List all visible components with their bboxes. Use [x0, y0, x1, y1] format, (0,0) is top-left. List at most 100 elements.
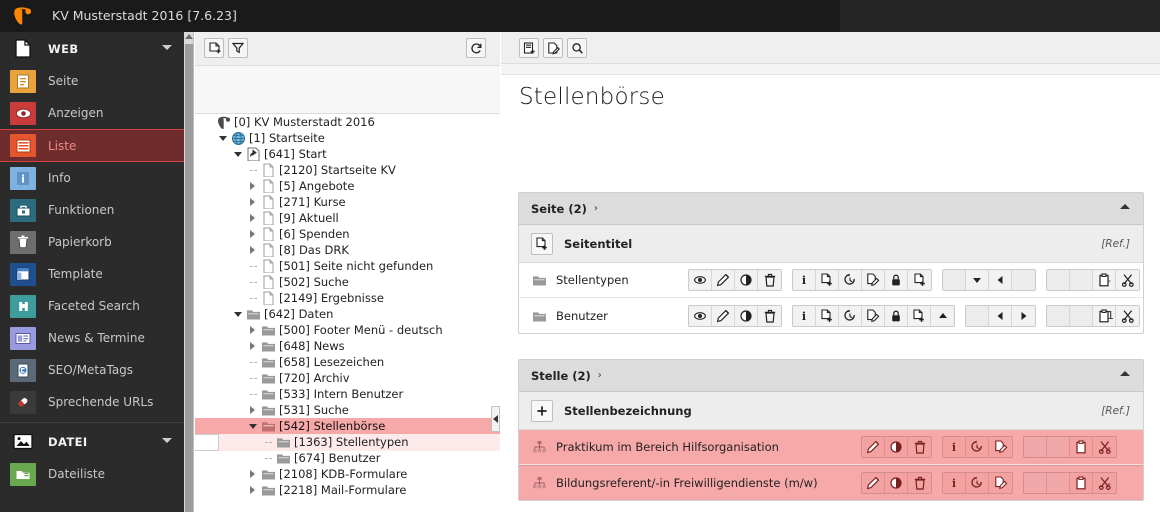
page-tree-node[interactable]: [641] Start — [195, 146, 500, 162]
tree-toggle-collapsed-icon[interactable] — [248, 194, 259, 210]
record-panel-header[interactable]: Stelle (2)› — [519, 360, 1143, 392]
table-row[interactable]: Bildungsreferent/-in Freiwilligendienste… — [519, 465, 1143, 500]
chevron-up-icon[interactable] — [1120, 204, 1130, 209]
new-record-icon[interactable] — [816, 306, 839, 326]
chevron-up-icon[interactable] — [1120, 371, 1130, 376]
page-tree-node[interactable]: [9] Aktuell — [195, 210, 500, 226]
page-tree-node[interactable]: [674] Benutzer — [195, 450, 500, 466]
page-tree-node[interactable]: [2218] Mail-Formulare — [195, 482, 500, 498]
sidebar-item-papierkorb[interactable]: Papierkorb — [0, 226, 184, 258]
chevron-down-icon[interactable] — [162, 438, 172, 443]
sidebar-item-anzeigen[interactable]: Anzeigen — [0, 97, 184, 129]
tree-toggle-collapsed-icon[interactable] — [248, 482, 259, 498]
history-icon[interactable] — [839, 270, 862, 290]
sidebar-item-funktionen[interactable]: Funktionen — [0, 194, 184, 226]
pencil-icon[interactable] — [712, 270, 735, 290]
page-tree-node[interactable]: [502] Suche — [195, 274, 500, 290]
trash-icon[interactable] — [908, 437, 931, 457]
history-icon[interactable] — [966, 437, 989, 457]
resize-handle-icon[interactable] — [491, 406, 500, 432]
tree-toggle-collapsed-icon[interactable] — [248, 178, 259, 194]
page-tree-node[interactable]: [0] KV Musterstadt 2016 — [195, 114, 500, 130]
page-tree-node[interactable]: [2108] KDB-Formulare — [195, 466, 500, 482]
cut-icon[interactable] — [1093, 473, 1116, 493]
move-left-icon[interactable] — [989, 306, 1012, 326]
paste-icon[interactable] — [1070, 437, 1093, 457]
chevron-down-icon[interactable] — [162, 45, 172, 50]
new-record-icon[interactable] — [816, 270, 839, 290]
hide-icon[interactable] — [735, 306, 758, 326]
chevron-right-icon[interactable]: › — [594, 203, 598, 214]
page-tree-node[interactable]: [500] Footer Menü - deutsch — [195, 322, 500, 338]
sidebar-item-liste[interactable]: Liste — [0, 129, 184, 162]
sidebar-item-news-termine[interactable]: News & Termine — [0, 322, 184, 354]
page-tree-node[interactable]: [720] Archiv — [195, 370, 500, 386]
page-tree-node[interactable]: [6] Spenden — [195, 226, 500, 242]
sidebar-item-sprechende-urls[interactable]: Sprechende URLs — [0, 386, 184, 418]
tree-toggle-expanded-icon[interactable] — [248, 418, 259, 434]
scroll-up-arrow-icon[interactable] — [185, 34, 193, 39]
move-left-icon[interactable] — [989, 270, 1012, 290]
trash-icon[interactable] — [758, 306, 781, 326]
page-tree-node[interactable]: [1] Startseite — [195, 130, 500, 146]
edit-page-icon[interactable] — [989, 473, 1012, 493]
new-page-icon[interactable] — [204, 38, 224, 58]
sidebar-item-faceted-search[interactable]: Faceted Search — [0, 290, 184, 322]
paste-icon[interactable] — [1093, 270, 1116, 290]
trash-icon[interactable] — [758, 270, 781, 290]
tree-toggle-collapsed-icon[interactable] — [248, 210, 259, 226]
page-tree-node[interactable]: [501] Seite nicht gefunden — [195, 258, 500, 274]
eye-icon[interactable] — [689, 270, 712, 290]
page-tree-node[interactable]: [658] Lesezeichen — [195, 354, 500, 370]
page-tree-node[interactable]: [5] Angebote — [195, 178, 500, 194]
copy-record-icon[interactable] — [908, 270, 931, 290]
hide-icon[interactable] — [735, 270, 758, 290]
history-icon[interactable] — [839, 306, 862, 326]
hide-icon[interactable] — [885, 473, 908, 493]
lock-icon[interactable] — [885, 306, 908, 326]
edit-page-icon[interactable] — [543, 38, 563, 58]
sidebar-item-info[interactable]: i Info — [0, 162, 184, 194]
sidebar-item-seite[interactable]: Seite — [0, 65, 184, 97]
table-row[interactable]: Benutzeri1 — [519, 298, 1143, 333]
sidebar-item-template[interactable]: Template — [0, 258, 184, 290]
chevron-right-icon[interactable]: › — [598, 370, 602, 381]
module-section-datei[interactable]: DATEI — [0, 425, 184, 458]
plus-icon[interactable] — [531, 400, 553, 422]
pencil-icon[interactable] — [712, 306, 735, 326]
record-panel-header[interactable]: Seite (2)› — [519, 193, 1143, 225]
eye-icon[interactable] — [689, 306, 712, 326]
cut-icon[interactable] — [1116, 270, 1139, 290]
page-tree-node-selected[interactable]: [542] Stellenbörse — [195, 418, 500, 434]
tree-toggle-expanded-icon[interactable] — [218, 130, 229, 146]
info-icon[interactable]: i — [943, 473, 966, 493]
tree-toggle-collapsed-icon[interactable] — [248, 466, 259, 482]
tree-toggle-collapsed-icon[interactable] — [248, 242, 259, 258]
tree-toggle-collapsed-icon[interactable] — [248, 402, 259, 418]
page-tree-node[interactable]: [271] Kurse — [195, 194, 500, 210]
page-tree-node[interactable]: [533] Intern Benutzer — [195, 386, 500, 402]
pencil-icon[interactable] — [862, 437, 885, 457]
lock-icon[interactable] — [885, 270, 908, 290]
tree-toggle-collapsed-icon[interactable] — [248, 322, 259, 338]
page-tree-node[interactable]: [8] Das DRK — [195, 242, 500, 258]
info-icon[interactable]: i — [793, 270, 816, 290]
copy-record-icon[interactable] — [908, 306, 931, 326]
search-icon[interactable] — [567, 38, 587, 58]
page-tree-node[interactable]: [2120] Startseite KV — [195, 162, 500, 178]
move-right-icon[interactable] — [1012, 306, 1035, 326]
page-tree-node[interactable]: [2149] Ergebnisse — [195, 290, 500, 306]
paste-icon[interactable] — [1070, 473, 1093, 493]
sidebar-item-dateiliste[interactable]: Dateiliste — [0, 458, 184, 490]
tree-toggle-expanded-icon[interactable] — [233, 306, 244, 322]
tree-toggle-collapsed-icon[interactable] — [248, 338, 259, 354]
new-record-icon[interactable] — [519, 38, 539, 58]
table-row[interactable]: Praktikum im Bereich Hilfsorganisationi- — [519, 430, 1143, 465]
page-tree-node[interactable]: [648] News — [195, 338, 500, 354]
tree-toggle-collapsed-icon[interactable] — [248, 226, 259, 242]
tree-toggle-expanded-icon[interactable] — [233, 146, 244, 162]
move-up-icon[interactable] — [931, 306, 954, 326]
table-row[interactable]: Stellentypeni- — [519, 263, 1143, 298]
pencil-icon[interactable] — [862, 473, 885, 493]
cut-icon[interactable] — [1093, 437, 1116, 457]
